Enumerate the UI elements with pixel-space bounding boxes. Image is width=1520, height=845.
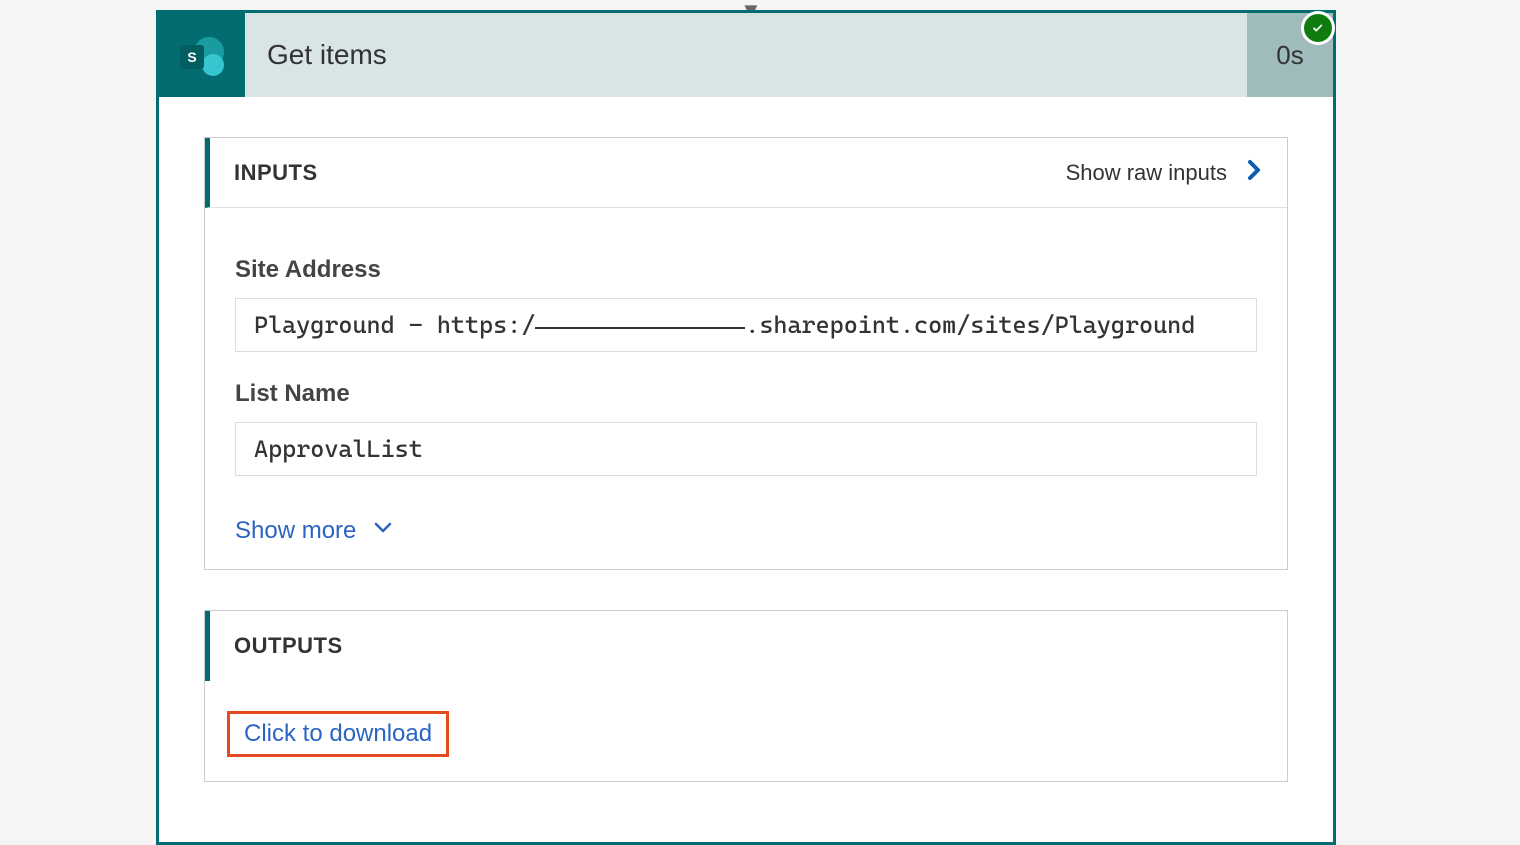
site-address-value: Playground - https:/.sharepoint.com/site… bbox=[235, 298, 1257, 352]
outputs-header: OUTPUTS bbox=[205, 611, 1287, 681]
list-name-value: ApprovalList bbox=[235, 422, 1257, 476]
show-raw-inputs-link[interactable]: Show raw inputs bbox=[1066, 157, 1263, 189]
outputs-body: Click to download bbox=[205, 681, 1287, 781]
site-address-label: Site Address bbox=[235, 256, 1257, 284]
outputs-label: OUTPUTS bbox=[234, 633, 1263, 659]
inputs-body: Site Address Playground - https:/.sharep… bbox=[205, 208, 1287, 569]
inputs-header: INPUTS Show raw inputs bbox=[205, 138, 1287, 208]
inputs-section: INPUTS Show raw inputs Site Address Play… bbox=[204, 137, 1288, 570]
show-raw-inputs-text: Show raw inputs bbox=[1066, 160, 1227, 186]
status-success-icon bbox=[1301, 11, 1335, 45]
chevron-down-icon bbox=[372, 516, 394, 545]
show-more-text: Show more bbox=[235, 517, 356, 545]
sharepoint-icon: S bbox=[159, 13, 245, 97]
action-card: S Get items 0s INPUTS Show raw inputs Si… bbox=[156, 10, 1336, 845]
redacted-segment bbox=[535, 327, 745, 329]
chevron-right-icon bbox=[1245, 157, 1263, 189]
show-more-link[interactable]: Show more bbox=[235, 516, 394, 545]
outputs-section: OUTPUTS Click to download bbox=[204, 610, 1288, 782]
card-header[interactable]: S Get items 0s bbox=[159, 13, 1333, 97]
inputs-label: INPUTS bbox=[234, 160, 1066, 186]
click-to-download-link[interactable]: Click to download bbox=[227, 711, 449, 757]
list-name-label: List Name bbox=[235, 380, 1257, 408]
card-body: INPUTS Show raw inputs Site Address Play… bbox=[159, 97, 1333, 842]
card-title: Get items bbox=[245, 13, 1247, 97]
